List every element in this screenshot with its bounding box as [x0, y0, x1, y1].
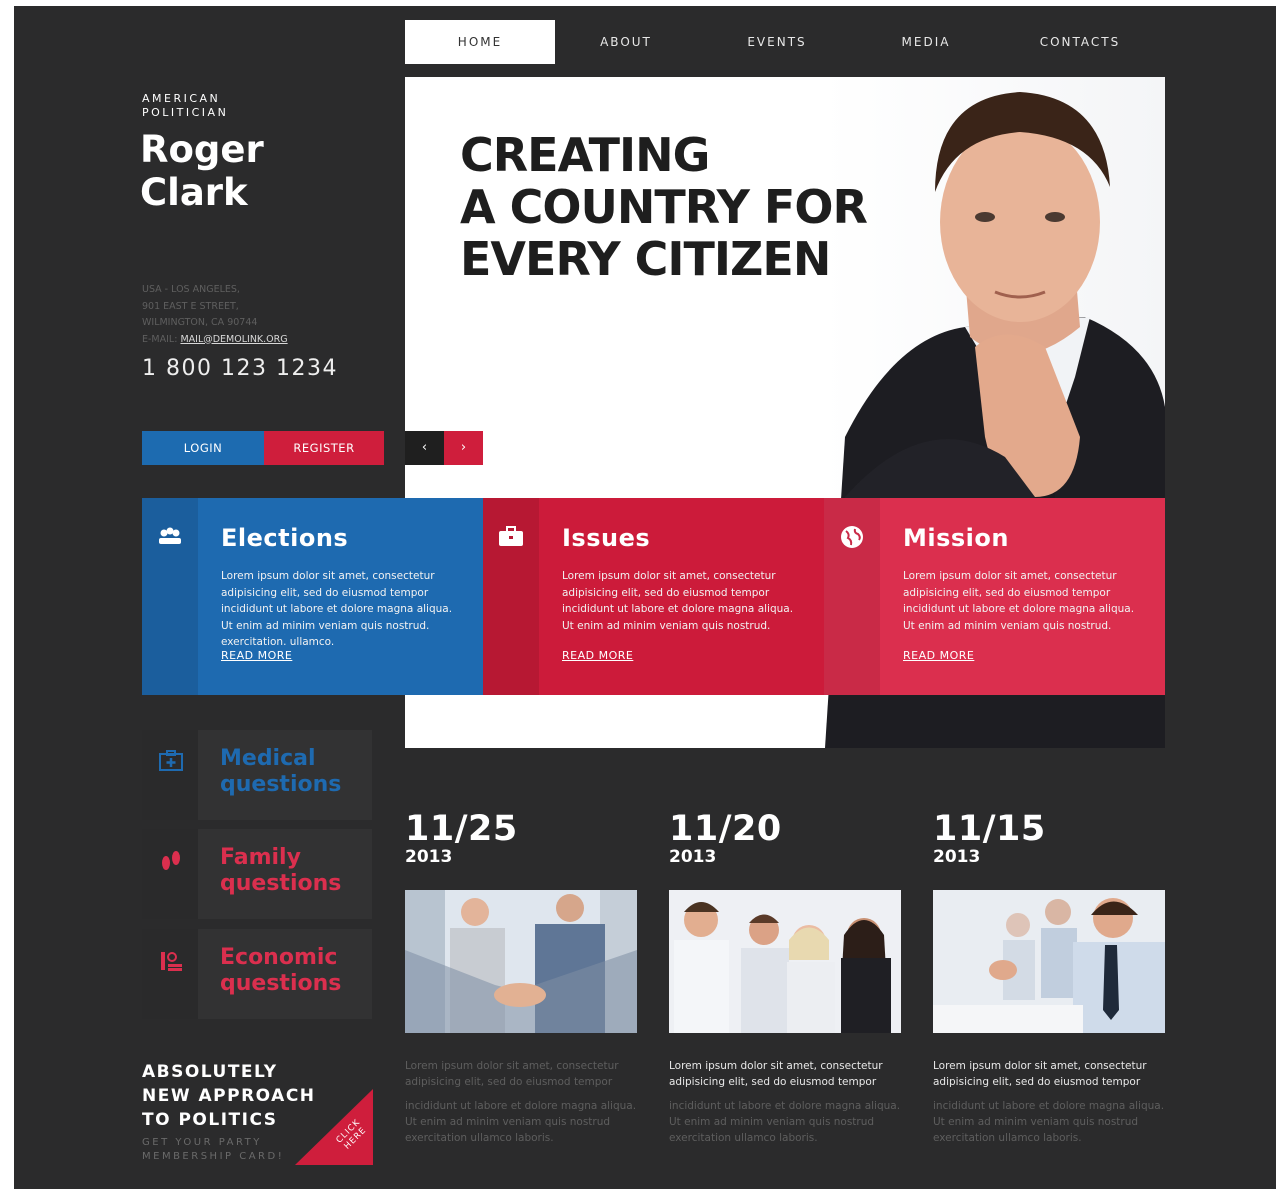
register-button[interactable]: REGISTER	[264, 431, 384, 465]
meeting-photo[interactable]	[933, 890, 1165, 1033]
question-title: Medical questions	[220, 746, 370, 798]
question-title: Economic questions	[220, 945, 370, 997]
read-more-link[interactable]: READ MORE	[221, 649, 292, 662]
read-more-link[interactable]: READ MORE	[903, 649, 974, 662]
slider-prev-button[interactable]: ‹	[405, 431, 444, 465]
news-lead: Lorem ipsum dolor sit amet, consectetur …	[405, 1060, 619, 1088]
question-icon-strip	[142, 829, 198, 919]
question-title-line: Economic	[220, 945, 338, 970]
question-title-line: Family	[220, 845, 301, 870]
profile-name: Roger Clark	[140, 128, 340, 214]
medical-questions-link[interactable]: Medical questions	[142, 730, 372, 820]
email-label: E-MAIL:	[142, 333, 178, 345]
promo-sub-line: GET YOUR PARTY	[142, 1137, 262, 1148]
team-photo[interactable]	[669, 890, 901, 1033]
feature-title: Elections	[221, 524, 349, 552]
briefcase-icon	[499, 526, 523, 546]
feature-text: Lorem ipsum dolor sit amet, consectetur …	[903, 570, 1135, 632]
question-title: Family questions	[220, 845, 370, 897]
globe-icon	[841, 526, 863, 548]
feature-title: Mission	[903, 524, 1009, 552]
question-title-line: questions	[220, 871, 342, 896]
news-body: incididunt ut labore et dolore magna ali…	[669, 1100, 901, 1144]
subtitle-line: POLITICIAN	[142, 106, 229, 119]
feature-text: Lorem ipsum dolor sit amet, consectetur …	[221, 570, 453, 648]
email-row: E-MAIL: MAIL@DEMOLINK.ORG	[142, 332, 382, 349]
question-title-line: Medical	[220, 746, 316, 771]
news-year: 2013	[405, 847, 453, 867]
address-line: 901 EAST E STREET,	[142, 300, 239, 312]
economic-questions-link[interactable]: Economic questions	[142, 929, 372, 1019]
promo-sub-line: MEMBERSHIP CARD!	[142, 1151, 285, 1162]
login-button[interactable]: LOGIN	[142, 431, 264, 465]
read-more-link[interactable]: READ MORE	[562, 649, 633, 662]
question-title-line: questions	[220, 772, 342, 797]
nav-home[interactable]: HOME	[405, 20, 555, 64]
question-icon-strip	[142, 929, 198, 1019]
phone-number: 1 800 123 1234	[142, 356, 338, 381]
email-link[interactable]: MAIL@DEMOLINK.ORG	[180, 334, 287, 345]
news-lead: Lorem ipsum dolor sit amet, consectetur …	[933, 1060, 1147, 1088]
feature-issues: Issues Lorem ipsum dolor sit amet, conse…	[483, 498, 824, 695]
handshake-photo[interactable]	[405, 890, 637, 1033]
address-line: USA - LOS ANGELES,	[142, 284, 240, 295]
footprints-icon	[162, 851, 180, 870]
address-line: WILMINGTON, CA 90744	[142, 317, 258, 328]
news-body: incididunt ut labore et dolore magna ali…	[933, 1100, 1165, 1144]
news-body: incididunt ut labore et dolore magna ali…	[405, 1100, 637, 1144]
nav-contacts[interactable]: CONTACTS	[995, 20, 1165, 64]
feature-elections: Elections Lorem ipsum dolor sit amet, co…	[142, 498, 483, 695]
medical-kit-icon	[159, 750, 183, 771]
news-year: 2013	[933, 847, 981, 867]
nav-about[interactable]: ABOUT	[555, 20, 697, 64]
news-lead: Lorem ipsum dolor sit amet, consectetur …	[669, 1060, 883, 1088]
name-line: Roger	[140, 128, 264, 171]
news-year: 2013	[669, 847, 717, 867]
feature-title: Issues	[562, 524, 651, 552]
question-title-line: questions	[220, 971, 342, 996]
news-date: 11/15	[933, 809, 1046, 849]
subtitle-line: AMERICAN	[142, 92, 221, 105]
feature-text: Lorem ipsum dolor sit amet, consectetur …	[562, 570, 794, 632]
news-date: 11/25	[405, 809, 518, 849]
family-questions-link[interactable]: Family questions	[142, 829, 372, 919]
profile-subtitle: AMERICAN POLITICIAN	[142, 92, 282, 120]
news-item: 11/25 2013 Lorem ipsum dolor sit amet, c…	[405, 809, 637, 1144]
contact-address: USA - LOS ANGELES, 901 EAST E STREET, WI…	[142, 282, 382, 348]
slider-next-button[interactable]: ›	[444, 431, 483, 465]
promo-subtitle: GET YOUR PARTY MEMBERSHIP CARD!	[142, 1136, 312, 1164]
promo-title-line: ABSOLUTELY	[142, 1062, 278, 1082]
feature-mission: Mission Lorem ipsum dolor sit amet, cons…	[824, 498, 1165, 695]
news-item: 11/15 2013 Lorem ipsum dolor sit amet, c…	[933, 809, 1165, 1144]
nav-events[interactable]: EVENTS	[697, 20, 857, 64]
news-date: 11/20	[669, 809, 782, 849]
nav-media[interactable]: MEDIA	[857, 20, 995, 64]
click-here-button[interactable]: CLICK HERE	[295, 1089, 373, 1165]
question-icon-strip	[142, 730, 198, 820]
people-icon	[159, 527, 181, 544]
coins-icon	[161, 952, 182, 971]
news-item: 11/20 2013 Lorem ipsum dolor sit amet, c…	[669, 809, 901, 1144]
name-line: Clark	[140, 171, 248, 214]
main-nav: HOME ABOUT EVENTS MEDIA CONTACTS	[405, 20, 1165, 64]
